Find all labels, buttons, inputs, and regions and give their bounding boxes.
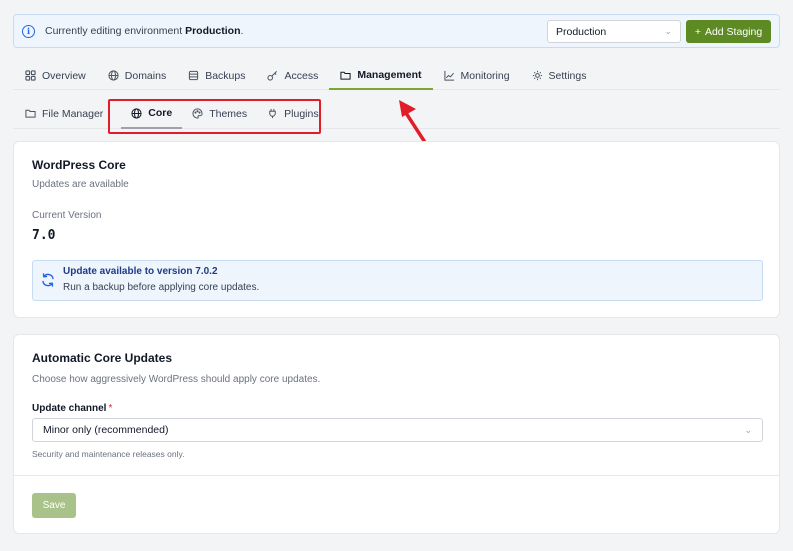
subtab-label: Themes (209, 107, 248, 120)
update-available-alert: Update available to version 7.0.2 Run a … (32, 260, 763, 301)
chevron-down-icon: ⌄ (664, 26, 672, 36)
environment-name: Production (185, 25, 241, 37)
subtab-core[interactable]: Core (121, 99, 183, 129)
update-description: Run a backup before applying core update… (63, 282, 260, 293)
palette-icon (192, 108, 203, 119)
card-title: WordPress Core (32, 158, 126, 172)
divider (14, 475, 779, 476)
key-icon (267, 71, 278, 81)
automatic-core-updates-card: Automatic Core Updates Choose how aggres… (13, 334, 780, 534)
grid-icon (25, 70, 36, 81)
globe-icon (131, 107, 142, 119)
current-version-value: 7.0 (32, 228, 56, 243)
update-channel-help: Security and maintenance releases only. (32, 449, 185, 459)
tab-label: Monitoring (460, 69, 510, 82)
tab-label: Domains (124, 69, 167, 82)
chart-icon (443, 70, 454, 81)
plug-icon (269, 108, 276, 119)
tab-backups[interactable]: Backups (177, 62, 256, 89)
folder-icon (25, 109, 36, 118)
tab-settings[interactable]: Settings (521, 62, 598, 89)
tab-label: Management (357, 69, 422, 81)
add-staging-button[interactable]: + Add Staging (686, 20, 771, 43)
card-title: Automatic Core Updates (32, 351, 173, 365)
add-staging-label: Add Staging (704, 25, 763, 38)
subtab-file-manager[interactable]: File Manager (13, 99, 121, 128)
subtab-label: Plugins (284, 107, 319, 120)
required-marker: * (108, 403, 113, 414)
update-title: Update available to version 7.0.2 (63, 266, 218, 277)
update-channel-value: Minor only (recommended) (43, 424, 169, 436)
wordpress-core-card: WordPress Core Updates are available Cur… (13, 141, 780, 318)
tab-label: Settings (548, 69, 587, 82)
tab-access[interactable]: Access (256, 62, 329, 89)
tab-monitoring[interactable]: Monitoring (433, 62, 521, 89)
refresh-icon (42, 273, 54, 287)
tab-label: Overview (42, 69, 86, 82)
environment-banner: i Currently editing environment Producti… (13, 14, 780, 48)
banner-text: Currently editing environment Production… (45, 25, 244, 37)
environment-select-value: Production (556, 25, 607, 38)
subtab-themes[interactable]: Themes (182, 99, 257, 128)
tab-label: Backups (205, 69, 246, 82)
subtab-plugins[interactable]: Plugins (257, 99, 328, 128)
tab-management[interactable]: Management (329, 62, 433, 90)
globe-icon (108, 70, 119, 81)
update-channel-label: Update channel * (32, 403, 113, 414)
info-icon: i (22, 24, 35, 38)
subtab-label: Core (148, 107, 173, 119)
tab-overview[interactable]: Overview (13, 62, 97, 89)
save-button[interactable]: Save (32, 493, 76, 518)
current-version-label: Current Version (32, 210, 102, 221)
database-icon (189, 70, 199, 81)
gear-icon (532, 70, 542, 81)
update-channel-select[interactable]: Minor only (recommended) ⌄ (32, 418, 763, 442)
card-subtitle: Choose how aggressively WordPress should… (32, 374, 321, 385)
folder-icon (340, 71, 351, 80)
tab-domains[interactable]: Domains (97, 62, 177, 89)
subtab-label: File Manager (42, 107, 104, 120)
main-tabs: Overview Domains Backups Access Manageme… (13, 62, 780, 90)
chevron-down-icon: ⌄ (744, 424, 752, 435)
environment-select[interactable]: Production ⌄ (547, 20, 681, 43)
tab-label: Access (284, 69, 319, 82)
plus-icon: + (694, 25, 701, 38)
card-subtitle: Updates are available (32, 179, 129, 190)
